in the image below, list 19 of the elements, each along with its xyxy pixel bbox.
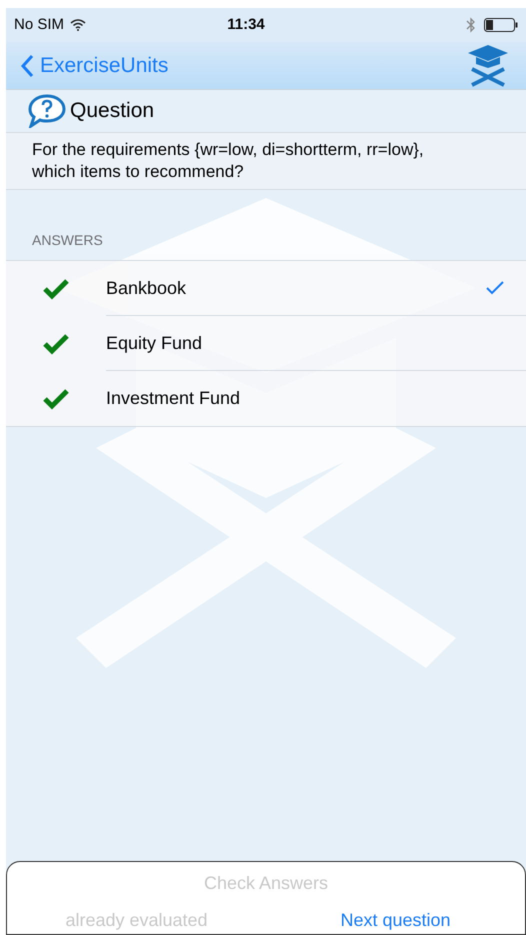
wifi-icon: [70, 19, 86, 31]
graduation-cap-icon: [468, 44, 508, 86]
question-title: Question: [70, 98, 154, 124]
bluetooth-icon: [466, 17, 476, 33]
answer-label: Bankbook: [106, 276, 188, 300]
question-text: For the requirements {wr=low, di=shortterm, rr=low}, which items to recommend?: [32, 139, 425, 183]
answer-row[interactable]: Equity Fund: [6, 316, 526, 371]
answer-row[interactable]: Investment Fund: [6, 371, 526, 426]
back-button[interactable]: ExerciseUnits: [20, 50, 168, 82]
clock-time: 11:34: [226, 14, 266, 35]
answer-row[interactable]: Bankbook: [6, 261, 526, 316]
next-question-button[interactable]: Next question: [340, 907, 451, 934]
battery-icon: [484, 18, 518, 32]
answer-label: Investment Fund: [106, 387, 242, 410]
carrier-label: No SIM: [14, 14, 64, 35]
answers-section-header: ANSWERS: [32, 231, 104, 250]
question-bubble-icon: [28, 94, 66, 128]
answer-label: Equity Fund: [106, 332, 204, 355]
back-chevron-icon: [20, 54, 34, 78]
